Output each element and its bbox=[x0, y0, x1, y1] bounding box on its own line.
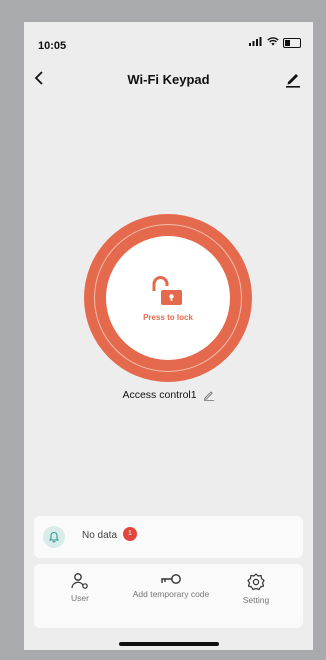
navigation-bar: Wi-Fi Keypad bbox=[24, 68, 313, 96]
pencil-icon bbox=[203, 391, 214, 402]
tab-user[interactable]: User bbox=[60, 572, 100, 603]
page-title: Wi-Fi Keypad bbox=[127, 72, 210, 87]
notification-badge: 1 bbox=[123, 527, 137, 541]
edit-button[interactable] bbox=[285, 70, 303, 90]
device-name: Access control1 bbox=[122, 389, 197, 401]
pencil-icon bbox=[286, 74, 300, 88]
signal-icon bbox=[249, 37, 263, 49]
press-to-lock-button[interactable]: Press to lock bbox=[106, 236, 230, 360]
tab-setting[interactable]: Setting bbox=[226, 572, 286, 605]
bottom-toolbar: User Add temporary code Setting bbox=[34, 564, 303, 628]
device-name-row: Access control1 bbox=[24, 389, 313, 402]
lock-control: Press to lock bbox=[84, 214, 252, 382]
notification-card[interactable]: No data 1 bbox=[34, 516, 303, 558]
status-icons bbox=[249, 37, 301, 49]
tab-code-label: Add temporary code bbox=[132, 589, 210, 599]
key-icon bbox=[161, 574, 181, 584]
user-icon bbox=[71, 573, 88, 589]
notification-text: No data bbox=[82, 530, 118, 541]
phone-screen: 10:05 Wi-Fi Keypad Press to lock Access … bbox=[24, 22, 313, 650]
home-indicator[interactable] bbox=[119, 642, 219, 646]
status-bar: 10:05 bbox=[24, 22, 313, 52]
status-time: 10:05 bbox=[38, 40, 67, 52]
battery-icon bbox=[283, 38, 301, 48]
press-to-lock-label: Press to lock bbox=[143, 312, 193, 322]
gear-icon bbox=[247, 573, 265, 591]
unlocked-padlock-icon bbox=[152, 275, 182, 305]
tab-add-temporary-code[interactable]: Add temporary code bbox=[126, 572, 216, 599]
rename-button[interactable] bbox=[203, 389, 215, 402]
tab-setting-label: Setting bbox=[242, 595, 270, 605]
bell-icon bbox=[43, 526, 65, 548]
wifi-icon bbox=[267, 37, 279, 49]
tab-user-label: User bbox=[71, 593, 89, 603]
